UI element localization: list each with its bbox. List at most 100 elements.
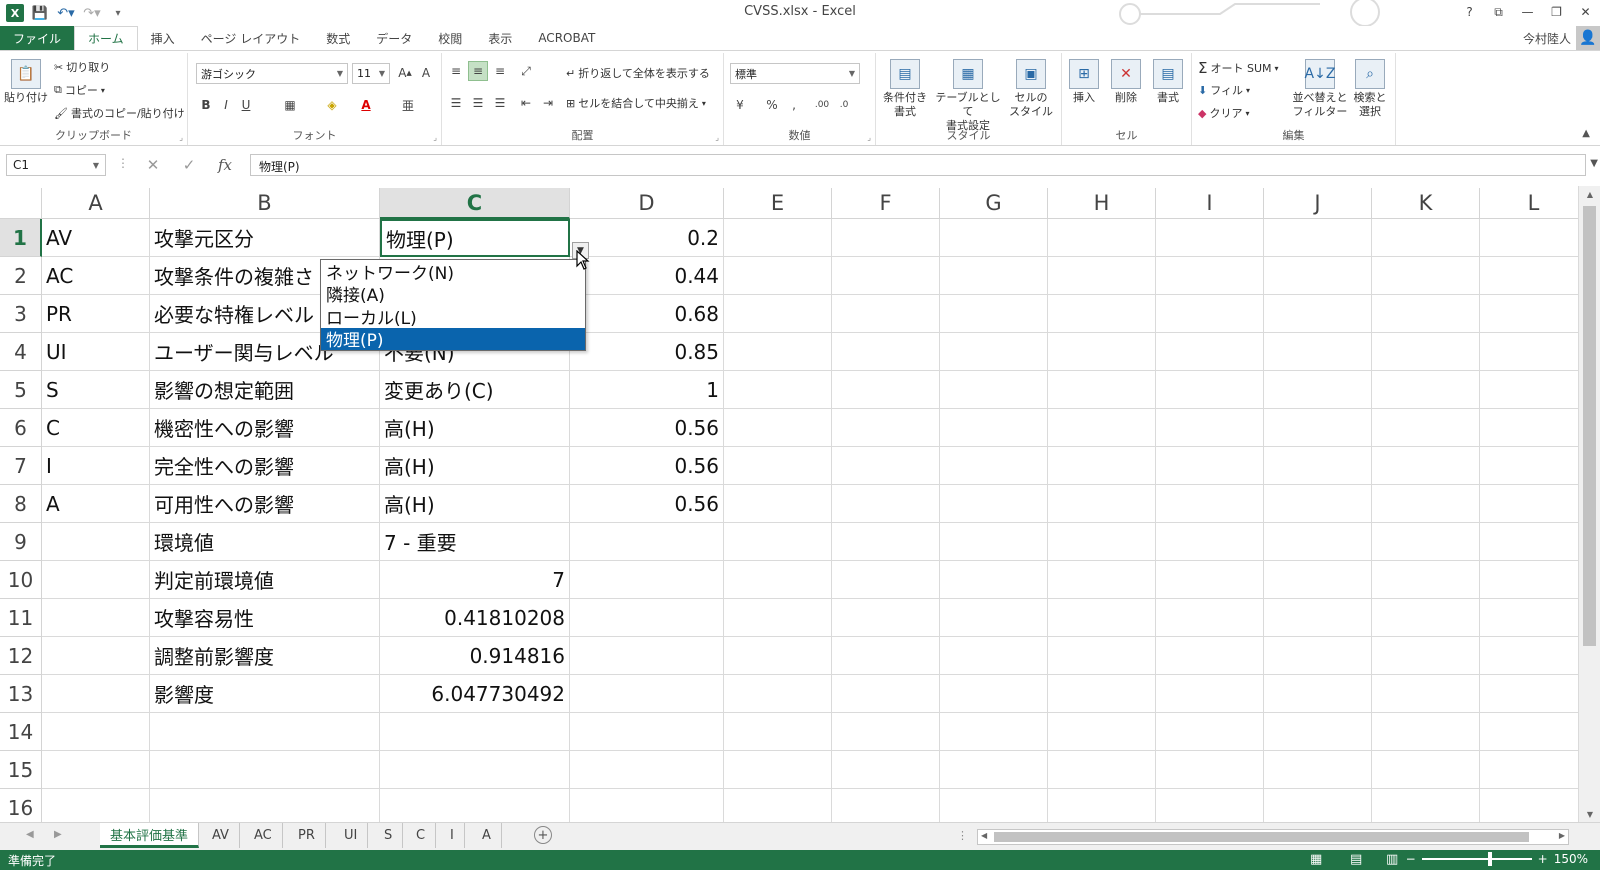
cell-e8[interactable] (724, 485, 832, 523)
cell-j7[interactable] (1264, 447, 1372, 485)
horizontal-scrollbar[interactable]: ◀ ▶ (977, 829, 1569, 845)
customize-qat-icon[interactable]: ▾ (108, 3, 128, 23)
align-center-icon[interactable]: ☰ (468, 93, 488, 113)
cell-g2[interactable] (940, 257, 1048, 295)
cell-l1[interactable] (1480, 219, 1578, 257)
cell-l14[interactable] (1480, 713, 1578, 751)
dialog-launcher-icon[interactable]: ⌟ (179, 133, 183, 142)
collapse-ribbon-icon[interactable]: ▲ (1582, 128, 1590, 139)
select-all-corner[interactable] (0, 188, 42, 219)
cell-l10[interactable] (1480, 561, 1578, 599)
cell-j11[interactable] (1264, 599, 1372, 637)
cell-h8[interactable] (1048, 485, 1156, 523)
format-cells-button[interactable]: ▤ 書式 (1148, 59, 1188, 105)
tab-home[interactable]: ホーム (74, 26, 138, 50)
cell-d2[interactable]: 0.44 (570, 257, 724, 295)
cell-b16[interactable] (150, 789, 380, 822)
row-header-1[interactable]: 1 (0, 219, 42, 257)
cell-f12[interactable] (832, 637, 940, 675)
italic-button[interactable]: I (216, 95, 236, 115)
cell-b13[interactable]: 影響度 (150, 675, 380, 713)
cell-j16[interactable] (1264, 789, 1372, 822)
orientation-icon[interactable]: ⤢ (516, 61, 536, 81)
cell-d3[interactable]: 0.68 (570, 295, 724, 333)
dropdown-option[interactable]: 隣接(A) (321, 283, 585, 306)
tab-insert[interactable]: 挿入 (138, 26, 188, 50)
cell-j9[interactable] (1264, 523, 1372, 561)
cell-h4[interactable] (1048, 333, 1156, 371)
decrease-decimal-icon[interactable]: .0 (834, 95, 854, 115)
row-header-5[interactable]: 5 (0, 371, 42, 409)
cell-i14[interactable] (1156, 713, 1264, 751)
comma-button[interactable]: , (784, 95, 804, 115)
column-header-f[interactable]: F (832, 188, 940, 219)
cell-l7[interactable] (1480, 447, 1578, 485)
currency-icon[interactable]: ¥ (730, 95, 750, 115)
column-header-i[interactable]: I (1156, 188, 1264, 219)
next-sheet-icon[interactable]: ▶ (54, 829, 62, 840)
expand-formula-icon[interactable]: ▼ (1590, 158, 1598, 169)
cell-b10[interactable]: 判定前環境値 (150, 561, 380, 599)
cell-i4[interactable] (1156, 333, 1264, 371)
row-header-6[interactable]: 6 (0, 409, 42, 447)
splitter-icon[interactable]: ⋮ (957, 829, 968, 842)
cell-e2[interactable] (724, 257, 832, 295)
column-header-a[interactable]: A (42, 188, 150, 219)
cell-g6[interactable] (940, 409, 1048, 447)
add-sheet-icon[interactable]: + (534, 826, 552, 844)
cell-i16[interactable] (1156, 789, 1264, 822)
cell-a14[interactable] (42, 713, 150, 751)
cell-g11[interactable] (940, 599, 1048, 637)
row-header-16[interactable]: 16 (0, 789, 42, 822)
cell-g13[interactable] (940, 675, 1048, 713)
tab-review[interactable]: 校閲 (425, 26, 475, 50)
cell-h7[interactable] (1048, 447, 1156, 485)
cell-g7[interactable] (940, 447, 1048, 485)
cell-i8[interactable] (1156, 485, 1264, 523)
ribbon-display-options-button[interactable]: ⧉ (1484, 0, 1513, 24)
formula-input[interactable]: 物理(P) (250, 154, 1586, 176)
cell-a12[interactable] (42, 637, 150, 675)
font-color-icon[interactable]: A (356, 95, 376, 115)
cell-l13[interactable] (1480, 675, 1578, 713)
restore-button[interactable]: ❐ (1542, 0, 1571, 24)
cell-j2[interactable] (1264, 257, 1372, 295)
sheet-tab[interactable]: UI (334, 823, 369, 848)
cell-d16[interactable] (570, 789, 724, 822)
cell-d14[interactable] (570, 713, 724, 751)
prev-sheet-icon[interactable]: ◀ (26, 829, 34, 840)
merge-center-button[interactable]: ⊞ セルを結合して中央揃え ▾ (566, 95, 706, 111)
column-header-l[interactable]: L (1480, 188, 1578, 219)
cell-k10[interactable] (1372, 561, 1480, 599)
cell-a15[interactable] (42, 751, 150, 789)
zoom-level[interactable]: 150% (1554, 852, 1588, 866)
cell-i13[interactable] (1156, 675, 1264, 713)
cell-e1[interactable] (724, 219, 832, 257)
cell-a13[interactable] (42, 675, 150, 713)
cell-l8[interactable] (1480, 485, 1578, 523)
zoom-slider[interactable] (1421, 852, 1532, 866)
increase-indent-icon[interactable]: ⇥ (538, 93, 558, 113)
column-header-d[interactable]: D (570, 188, 724, 219)
insert-cells-button[interactable]: ⊞ 挿入 (1064, 59, 1104, 105)
cell-h2[interactable] (1048, 257, 1156, 295)
cell-g8[interactable] (940, 485, 1048, 523)
cell-b1[interactable]: 攻撃元区分 (150, 219, 380, 257)
bold-button[interactable]: B (196, 95, 216, 115)
zoom-slider-knob[interactable] (1487, 852, 1492, 866)
cell-a6[interactable]: C (42, 409, 150, 447)
cell-l12[interactable] (1480, 637, 1578, 675)
cell-i7[interactable] (1156, 447, 1264, 485)
sheet-tab[interactable]: A (472, 823, 502, 848)
cell-h15[interactable] (1048, 751, 1156, 789)
cell-d1[interactable]: 0.2 (570, 219, 724, 257)
cell-j15[interactable] (1264, 751, 1372, 789)
cell-g15[interactable] (940, 751, 1048, 789)
normal-view-icon[interactable]: ▦ (1310, 852, 1322, 867)
zoom-in-icon[interactable]: + (1538, 852, 1548, 866)
cell-b12[interactable]: 調整前影響度 (150, 637, 380, 675)
cell-c11[interactable]: 0.41810208 (380, 599, 570, 637)
row-header-11[interactable]: 11 (0, 599, 42, 637)
sort-filter-button[interactable]: A↓Z 並べ替えと フィルター (1292, 59, 1348, 119)
cell-i10[interactable] (1156, 561, 1264, 599)
